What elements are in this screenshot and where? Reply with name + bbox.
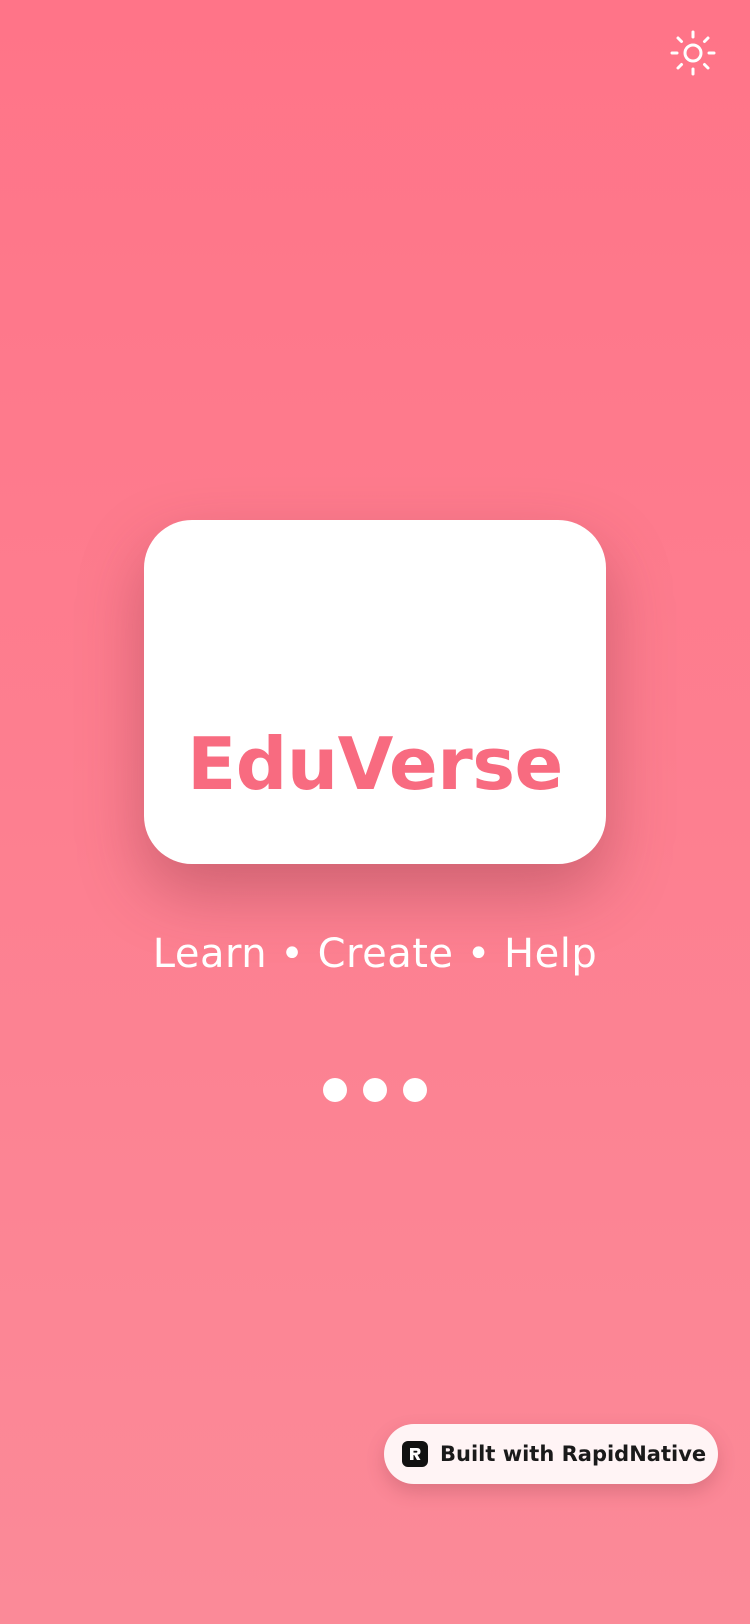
- loading-dot: [403, 1078, 427, 1102]
- built-with-rapidnative-badge[interactable]: Built with RapidNative: [384, 1424, 718, 1484]
- badge-label: Built with RapidNative: [440, 1442, 707, 1466]
- app-name: EduVerse: [187, 722, 563, 806]
- rapidnative-logo-icon: [402, 1441, 428, 1467]
- logo-card: EduVerse: [144, 520, 606, 864]
- loading-dot: [363, 1078, 387, 1102]
- loading-indicator: [0, 1078, 750, 1102]
- sun-icon: [670, 30, 716, 80]
- loading-dot: [323, 1078, 347, 1102]
- theme-toggle-button[interactable]: [670, 30, 716, 80]
- tagline: Learn • Create • Help: [152, 931, 598, 977]
